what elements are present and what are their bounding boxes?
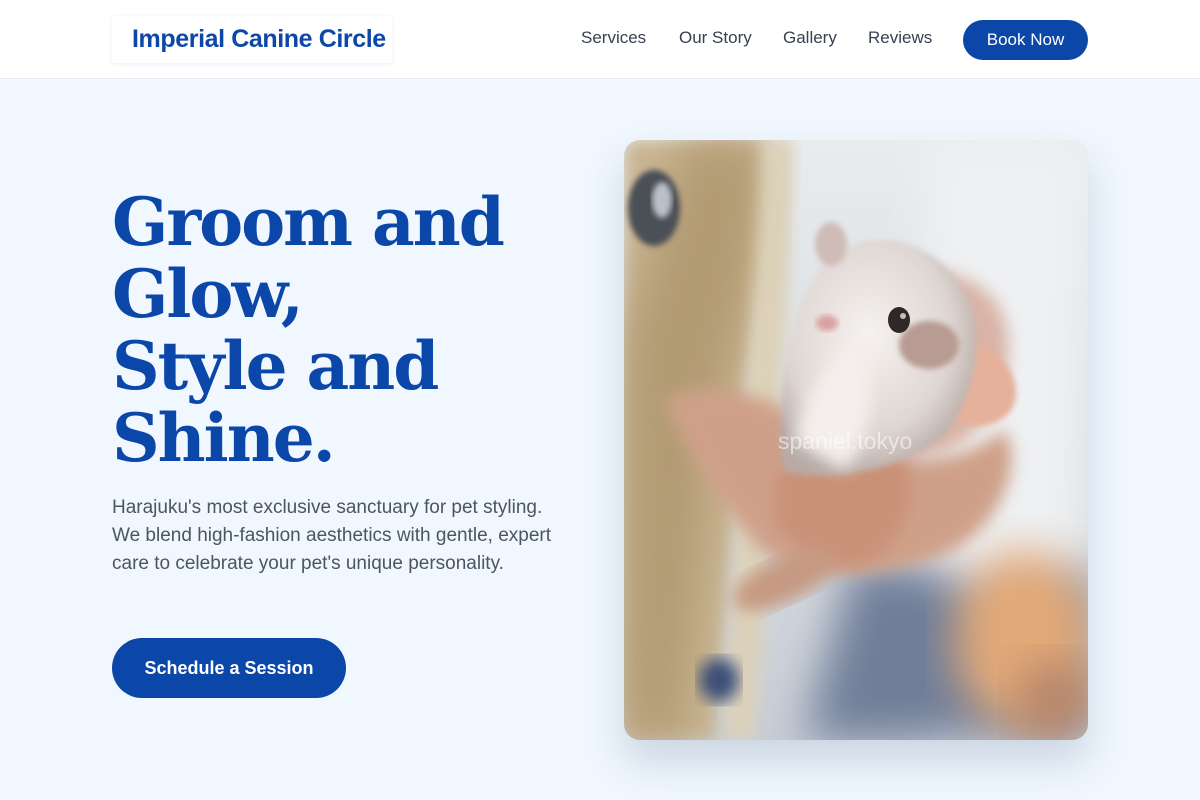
hero-description: Harajuku's most exclusive sanctuary for … — [112, 497, 552, 574]
nav-link-our-story[interactable]: Our Story — [679, 28, 752, 48]
photo-watermark: spaniel.tokyo — [778, 428, 913, 454]
nav-link-gallery[interactable]: Gallery — [783, 28, 837, 48]
schedule-session-button[interactable]: Schedule a Session — [112, 638, 346, 698]
logo-container[interactable]: Imperial Canine Circle — [112, 16, 392, 63]
book-now-button[interactable]: Book Now — [963, 20, 1088, 60]
site-header: Imperial Canine Circle Services Our Stor… — [0, 0, 1200, 79]
site-logo[interactable]: Imperial Canine Circle — [132, 25, 386, 54]
hero-title: Groom and Glow, Style and Shine. — [112, 183, 505, 477]
nav-link-services[interactable]: Services — [581, 28, 646, 48]
nav-link-reviews[interactable]: Reviews — [868, 28, 932, 48]
